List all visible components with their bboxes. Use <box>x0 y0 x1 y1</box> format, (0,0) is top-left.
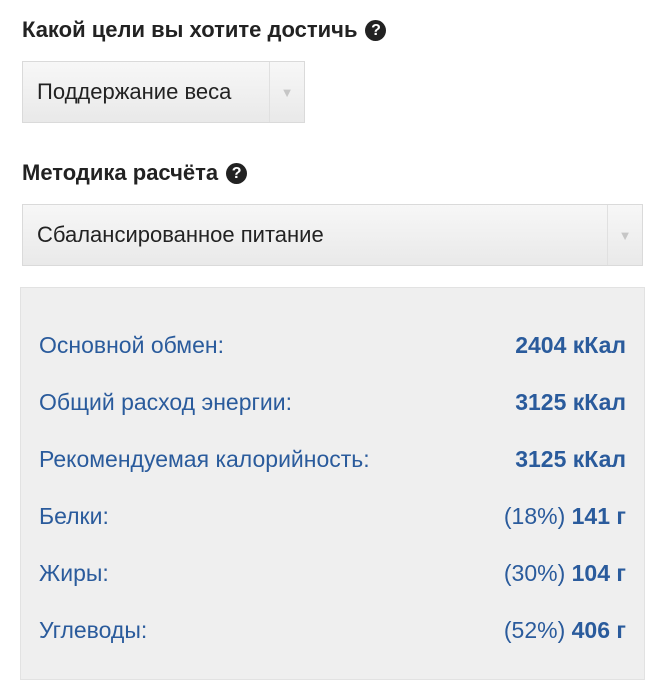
result-row-basal-metabolism: Основной обмен: 2404 кКал <box>39 332 626 359</box>
result-percent: (52%) <box>503 617 566 643</box>
result-label: Углеводы: <box>39 617 148 643</box>
result-label: Основной обмен: <box>39 332 224 358</box>
result-label: Жиры: <box>39 560 109 586</box>
result-label: Рекомендуемая калорийность: <box>39 446 370 472</box>
result-label: Белки: <box>39 503 109 529</box>
result-amount: 141 г <box>571 503 626 529</box>
question-circle-icon[interactable]: ? <box>365 19 387 41</box>
chevron-down-icon[interactable]: ▼ <box>269 62 304 122</box>
calorie-calculator: Какой цели вы хотите достичь ? Поддержан… <box>0 0 665 680</box>
result-amount: 3125 кКал <box>515 389 626 415</box>
result-amount: 406 г <box>571 617 626 643</box>
result-row-protein: Белки: (18%) 141 г <box>39 503 626 530</box>
result-row-carbs: Углеводы: (52%) 406 г <box>39 617 626 644</box>
results-panel: Основной обмен: 2404 кКал Общий расход э… <box>20 287 645 680</box>
result-row-recommended-calories: Рекомендуемая калорийность: 3125 кКал <box>39 446 626 473</box>
result-row-energy-expenditure: Общий расход энергии: 3125 кКал <box>39 389 626 416</box>
result-label: Общий расход энергии: <box>39 389 292 415</box>
result-amount: 104 г <box>571 560 626 586</box>
result-value: 3125 кКал <box>515 389 626 416</box>
goal-select[interactable]: Поддержание веса ▼ <box>22 61 305 123</box>
method-title: Методика расчёта ? <box>22 160 248 186</box>
goal-select-value: Поддержание веса <box>37 79 232 104</box>
result-amount: 2404 кКал <box>515 332 626 358</box>
goal-title-text: Какой цели вы хотите достичь <box>22 17 358 42</box>
result-value: 2404 кКал <box>515 332 626 359</box>
result-value: (52%) 406 г <box>504 617 626 644</box>
result-row-fat: Жиры: (30%) 104 г <box>39 560 626 587</box>
method-select-value: Сбалансированное питание <box>37 222 324 247</box>
question-circle-icon[interactable]: ? <box>226 162 248 184</box>
result-amount: 3125 кКал <box>515 446 626 472</box>
result-percent: (30%) <box>503 560 566 586</box>
result-value: (30%) 104 г <box>504 560 626 587</box>
result-value: 3125 кКал <box>515 446 626 473</box>
chevron-down-icon[interactable]: ▼ <box>607 205 642 265</box>
result-percent: (18%) <box>503 503 566 529</box>
goal-title: Какой цели вы хотите достичь ? <box>22 17 387 43</box>
method-select[interactable]: Сбалансированное питание ▼ <box>22 204 643 266</box>
result-value: (18%) 141 г <box>504 503 626 530</box>
method-title-text: Методика расчёта <box>22 160 219 185</box>
